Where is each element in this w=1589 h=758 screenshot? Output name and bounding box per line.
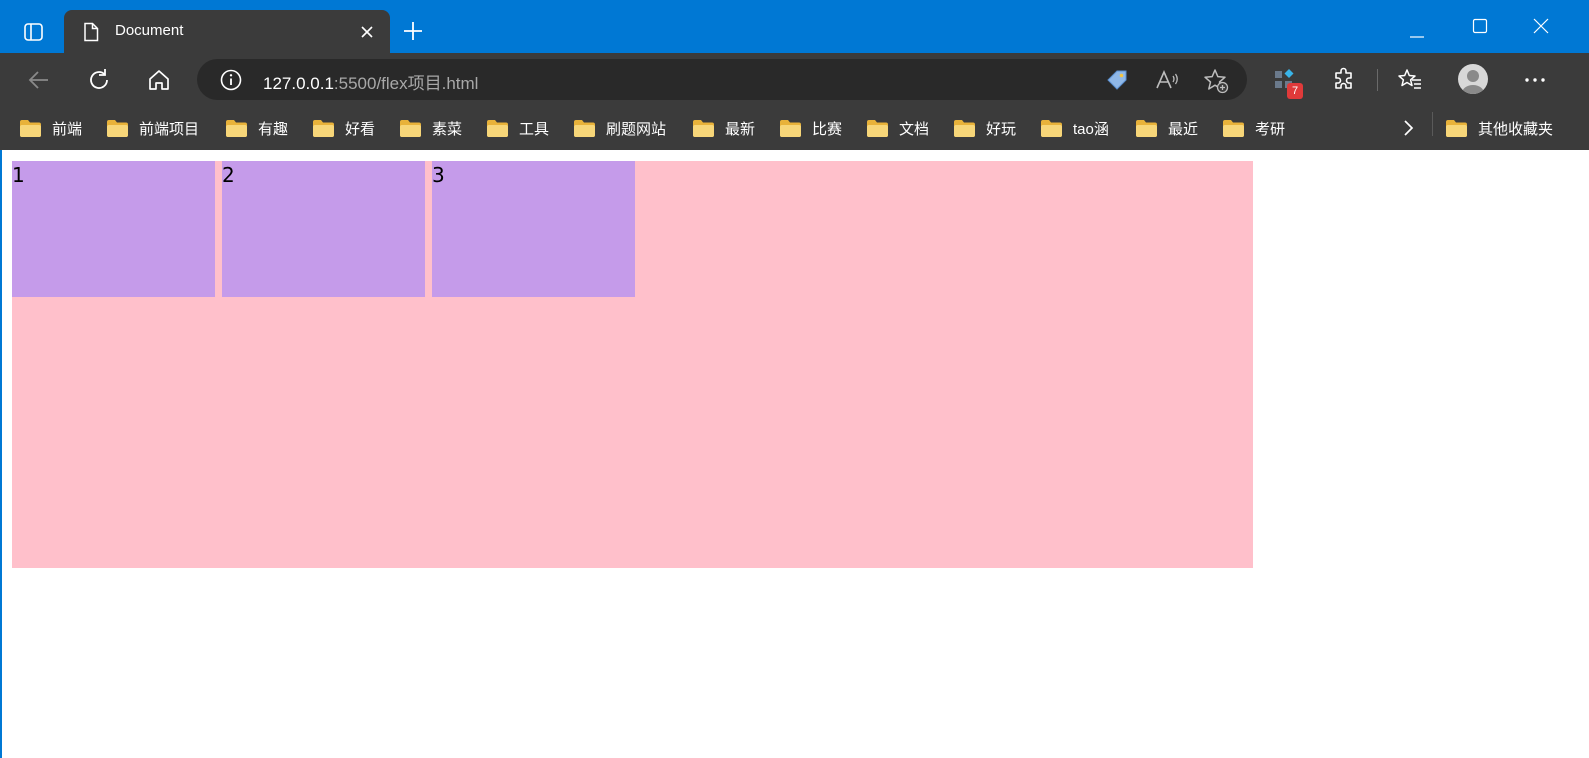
folder-icon [1446, 119, 1467, 137]
flex-item-1: 1 [12, 161, 215, 297]
page-content: 1 2 3 [0, 150, 1589, 758]
toolbar-divider [1377, 69, 1378, 91]
bookmark-folder[interactable]: 最近 [1135, 114, 1198, 142]
url-path: :5500/flex项目.html [333, 74, 479, 93]
bookmark-label: tao涵 [1073, 120, 1109, 138]
bookmarks-divider [1432, 112, 1433, 136]
browser-toolbar: 127.0.0.1:5500/flex项目.html [0, 53, 1589, 106]
window-edge [0, 150, 2, 758]
more-menu-icon[interactable] [1522, 67, 1548, 93]
bookmark-label: 前端项目 [139, 120, 200, 138]
bookmark-folder[interactable]: 刷题网站 [573, 114, 666, 142]
bookmark-folder[interactable]: 考研 [1222, 114, 1285, 142]
bookmark-label: 好看 [345, 120, 376, 138]
bookmark-label: 工具 [519, 120, 550, 138]
url-host: 127.0.0.1 [263, 74, 334, 93]
coupon-tag-icon[interactable] [1105, 68, 1129, 96]
folder-icon [954, 119, 975, 137]
bookmark-folder[interactable]: 文档 [866, 114, 929, 142]
window-close-icon[interactable] [1533, 18, 1549, 38]
folder-icon [574, 119, 595, 137]
bookmark-folder[interactable]: 最新 [692, 114, 755, 142]
bookmark-label: 素菜 [432, 120, 463, 138]
bookmark-label: 比赛 [812, 120, 843, 138]
other-favorites-label: 其他收藏夹 [1478, 120, 1554, 138]
bookmark-label: 前端 [52, 120, 83, 138]
bookmark-folder[interactable]: 好玩 [953, 114, 1016, 142]
bookmark-folder[interactable]: tao涵 [1040, 114, 1109, 142]
close-icon[interactable] [360, 24, 374, 43]
flex-item-3: 3 [432, 161, 635, 297]
new-tab-icon[interactable] [403, 21, 423, 45]
bookmark-label: 刷题网站 [606, 120, 667, 138]
folder-icon [107, 119, 128, 137]
extensions-puzzle-icon[interactable] [1331, 67, 1357, 93]
tab-document[interactable]: Document [64, 10, 390, 53]
bookmark-label: 好玩 [986, 120, 1017, 138]
title-bar: Document [0, 0, 1589, 53]
bookmark-label: 文档 [899, 120, 930, 138]
profile-avatar-icon[interactable] [1457, 63, 1489, 95]
folder-icon [867, 119, 888, 137]
tab-actions-icon[interactable] [14, 16, 54, 48]
refresh-icon[interactable] [86, 67, 112, 93]
back-arrow-icon[interactable] [26, 67, 52, 93]
folder-icon [1041, 119, 1062, 137]
folder-icon [1223, 119, 1244, 137]
bookmark-label: 有趣 [258, 120, 289, 138]
url-text[interactable]: 127.0.0.1:5500/flex项目.html [263, 69, 478, 94]
tab-title: Document [115, 22, 184, 39]
bookmarks-bar: 前端 前端项目 有趣 好看 素菜 工具 刷题网站 最新 比赛 文档 好玩 tao… [0, 106, 1589, 151]
bookmark-folder[interactable]: 好看 [312, 114, 375, 142]
extensions-badge: 7 [1287, 83, 1303, 99]
bookmark-label: 考研 [1255, 120, 1286, 138]
folder-icon [226, 119, 247, 137]
other-favorites-folder[interactable]: 其他收藏夹 [1445, 114, 1553, 142]
bookmark-folder[interactable]: 前端 [19, 114, 82, 142]
folder-icon [400, 119, 421, 137]
address-bar[interactable]: 127.0.0.1:5500/flex项目.html [197, 59, 1247, 100]
site-info-icon[interactable] [220, 69, 242, 95]
bookmark-folder[interactable]: 比赛 [779, 114, 842, 142]
flex-item-2: 2 [222, 161, 425, 297]
folder-icon [487, 119, 508, 137]
bookmark-folder[interactable]: 工具 [486, 114, 549, 142]
favorites-icon[interactable] [1397, 67, 1423, 93]
minimize-icon[interactable] [1409, 24, 1425, 43]
read-aloud-icon[interactable] [1154, 68, 1180, 96]
bookmark-folder[interactable]: 前端项目 [106, 114, 199, 142]
folder-icon [693, 119, 714, 137]
folder-icon [1136, 119, 1157, 137]
bookmark-label: 最近 [1168, 120, 1199, 138]
folder-icon [313, 119, 334, 137]
chevron-right-icon[interactable] [1401, 114, 1425, 142]
bookmark-label: 最新 [725, 120, 756, 138]
page-icon [82, 22, 100, 46]
folder-icon [20, 119, 41, 137]
flex-container: 1 2 3 [12, 161, 1253, 568]
bookmark-folder[interactable]: 有趣 [225, 114, 288, 142]
bookmark-folder[interactable]: 素菜 [399, 114, 462, 142]
folder-icon [780, 119, 801, 137]
maximize-icon[interactable] [1472, 18, 1488, 38]
add-favorite-icon[interactable] [1203, 68, 1229, 98]
home-icon[interactable] [146, 67, 172, 93]
